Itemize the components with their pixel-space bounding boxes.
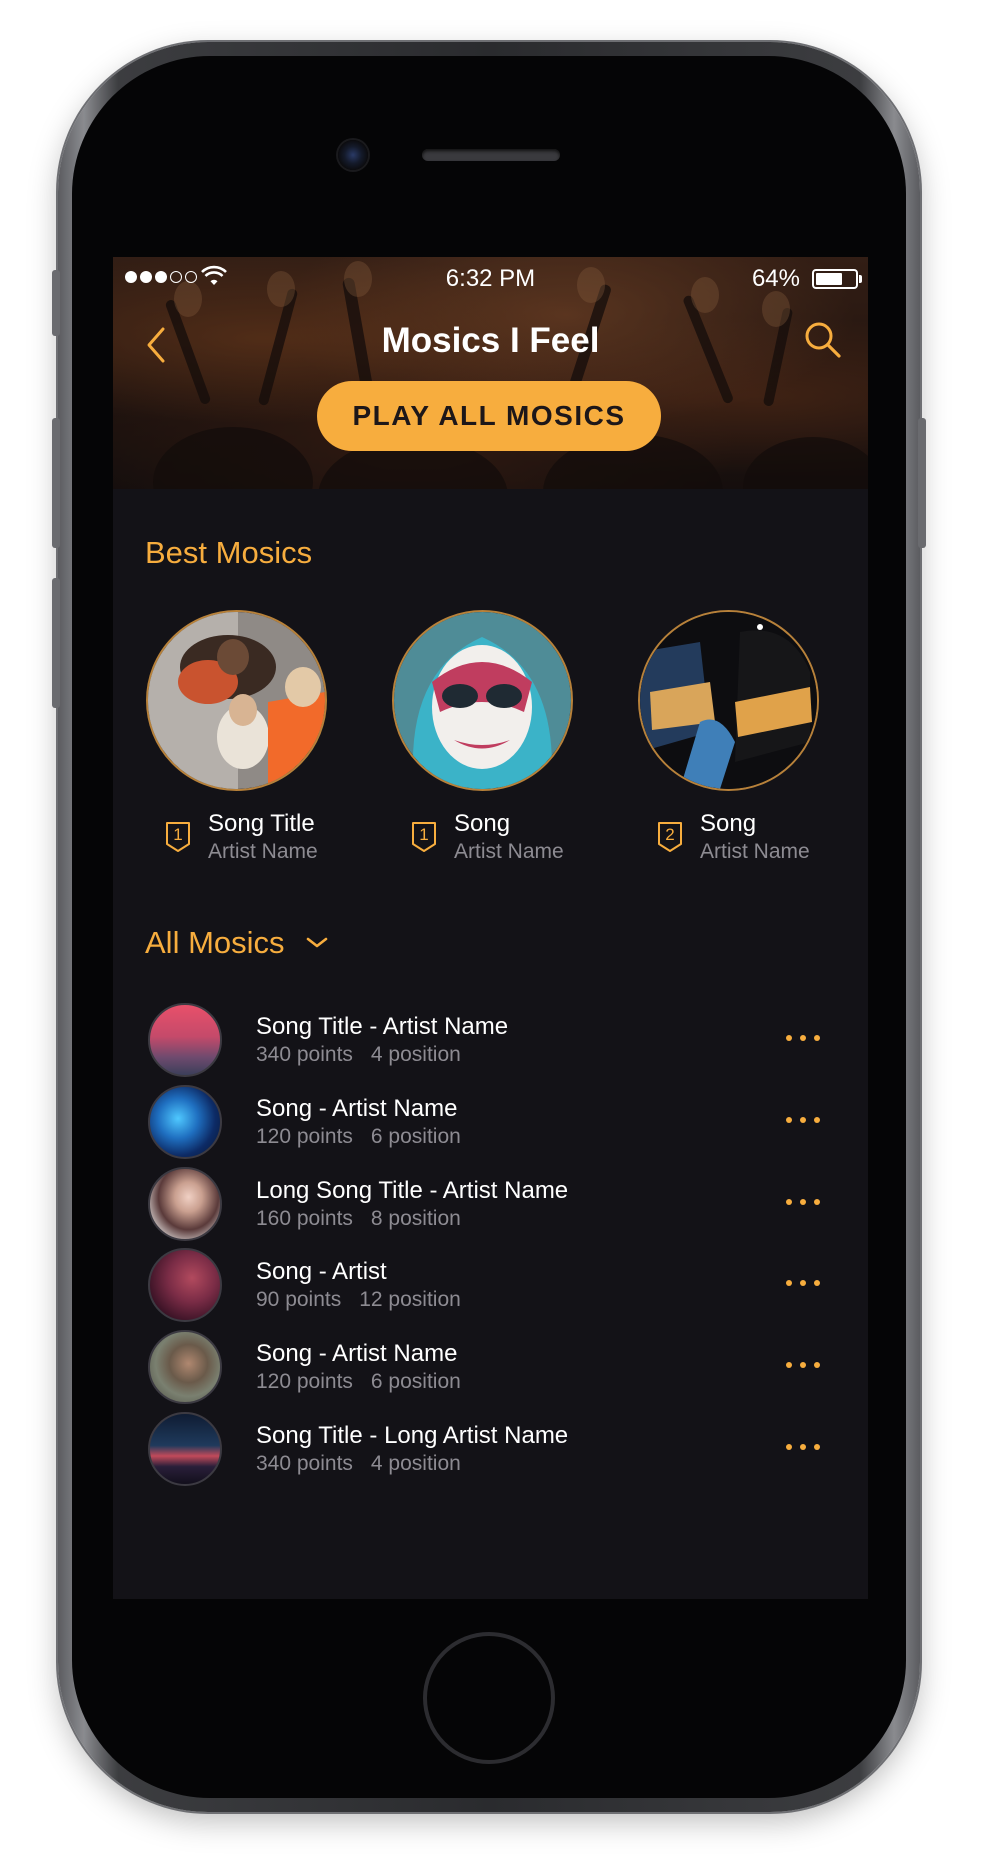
app-screen: 6:32 PM 64% Mosics I Feel PLAY ALL MOSIC… (113, 257, 868, 1599)
more-options-button[interactable] (782, 1031, 824, 1045)
rank-number: 1 (419, 825, 429, 844)
song-position: 6 position (370, 1370, 461, 1393)
song-points: 90 points (256, 1288, 342, 1311)
home-button[interactable] (423, 1632, 555, 1764)
rank-number: 1 (173, 825, 183, 844)
more-dot (786, 1444, 792, 1450)
more-options-button[interactable] (782, 1195, 824, 1209)
search-button[interactable] (802, 319, 844, 361)
play-all-button[interactable]: PLAY ALL MOSICS (317, 381, 661, 451)
more-dot (786, 1035, 792, 1041)
list-item[interactable]: Song Title - Artist Name 340 points 4 pos… (113, 1003, 868, 1083)
more-dot (814, 1362, 820, 1368)
battery-level (816, 273, 842, 285)
page-title: Mosics I Feel (381, 321, 600, 360)
best-artist-name: Artist Name (454, 840, 564, 863)
battery-percentage: 64% (751, 265, 800, 292)
album-cover (392, 610, 573, 791)
more-options-button[interactable] (782, 1276, 824, 1290)
song-points: 160 points (256, 1207, 353, 1230)
best-song-title: Song (454, 810, 511, 837)
more-dot (800, 1199, 806, 1205)
all-section-title: All Mosics (145, 925, 285, 960)
list-item[interactable]: Long Song Title - Artist Name 160 points… (113, 1167, 868, 1247)
best-song-title: Song (700, 810, 757, 837)
more-dot (800, 1280, 806, 1286)
album-art-image (148, 612, 325, 789)
status-bar: 6:32 PM 64% (113, 257, 868, 301)
all-section-toggle[interactable]: All Mosics (145, 925, 329, 961)
list-item[interactable]: Song - Artist Name 120 points 6 position (113, 1330, 868, 1410)
list-item[interactable]: Song - Artist Name 120 points 6 position (113, 1085, 868, 1165)
volume-down-button (52, 578, 60, 708)
front-camera (338, 140, 368, 170)
more-dot (814, 1117, 820, 1123)
song-position: 6 position (370, 1125, 461, 1148)
album-art-image (394, 612, 571, 789)
more-dot (800, 1362, 806, 1368)
album-art-image (640, 612, 817, 789)
song-position: 8 position (370, 1207, 461, 1230)
more-dot (814, 1444, 820, 1450)
song-points: 340 points (256, 1452, 353, 1475)
song-thumbnail (148, 1330, 222, 1404)
power-button (918, 418, 926, 548)
battery-tip (859, 275, 862, 283)
song-thumbnail (148, 1412, 222, 1486)
more-options-button[interactable] (782, 1440, 824, 1454)
best-song-title: Song Title (208, 810, 315, 837)
more-dot (786, 1199, 792, 1205)
song-position: 4 position (370, 1043, 461, 1066)
song-meta: 340 points 4 position (256, 1043, 461, 1067)
search-icon (805, 322, 841, 358)
rank-number: 2 (665, 825, 675, 844)
more-options-button[interactable] (782, 1113, 824, 1127)
song-meta: 120 points 6 position (256, 1125, 461, 1149)
list-item[interactable]: Song - Artist 90 points 12 position (113, 1248, 868, 1328)
more-dot (800, 1444, 806, 1450)
list-item[interactable]: Song Title - Long Artist Name 340 points… (113, 1412, 868, 1492)
song-title: Song - Artist (256, 1258, 387, 1285)
album-cover (638, 610, 819, 791)
song-meta: 120 points 6 position (256, 1370, 461, 1394)
song-points: 120 points (256, 1125, 353, 1148)
best-artist-name: Artist Name (700, 840, 810, 863)
song-title: Song Title - Long Artist Name (256, 1422, 569, 1449)
song-thumbnail (148, 1003, 222, 1077)
more-dot (814, 1035, 820, 1041)
battery-icon (812, 269, 858, 289)
best-artist-name: Artist Name (208, 840, 318, 863)
song-thumbnail (148, 1085, 222, 1159)
song-meta: 90 points 12 position (256, 1288, 461, 1312)
more-dot (786, 1117, 792, 1123)
earpiece-speaker (422, 149, 560, 161)
song-position: 4 position (370, 1452, 461, 1475)
song-title: Song Title - Artist Name (256, 1013, 509, 1040)
song-position: 12 position (359, 1288, 461, 1311)
more-dot (786, 1362, 792, 1368)
more-dot (786, 1280, 792, 1286)
header-hero: 6:32 PM 64% Mosics I Feel PLAY ALL MOSIC… (113, 257, 868, 489)
song-thumbnail (148, 1167, 222, 1241)
more-dot (800, 1035, 806, 1041)
song-title: Song - Artist Name (256, 1095, 458, 1122)
chevron-down-icon (306, 937, 327, 948)
best-section-title: Best Mosics (145, 535, 313, 570)
more-options-button[interactable] (782, 1358, 824, 1372)
more-dot (800, 1117, 806, 1123)
song-meta: 160 points 8 position (256, 1207, 461, 1231)
song-thumbnail (148, 1248, 222, 1322)
song-title: Song - Artist Name (256, 1340, 458, 1367)
song-points: 120 points (256, 1370, 353, 1393)
song-meta: 340 points 4 position (256, 1452, 461, 1476)
more-dot (814, 1280, 820, 1286)
song-points: 340 points (256, 1043, 353, 1066)
album-cover (146, 610, 327, 791)
mute-switch (52, 270, 60, 336)
volume-up-button (52, 418, 60, 548)
song-title: Long Song Title - Artist Name (256, 1177, 569, 1204)
more-dot (814, 1199, 820, 1205)
